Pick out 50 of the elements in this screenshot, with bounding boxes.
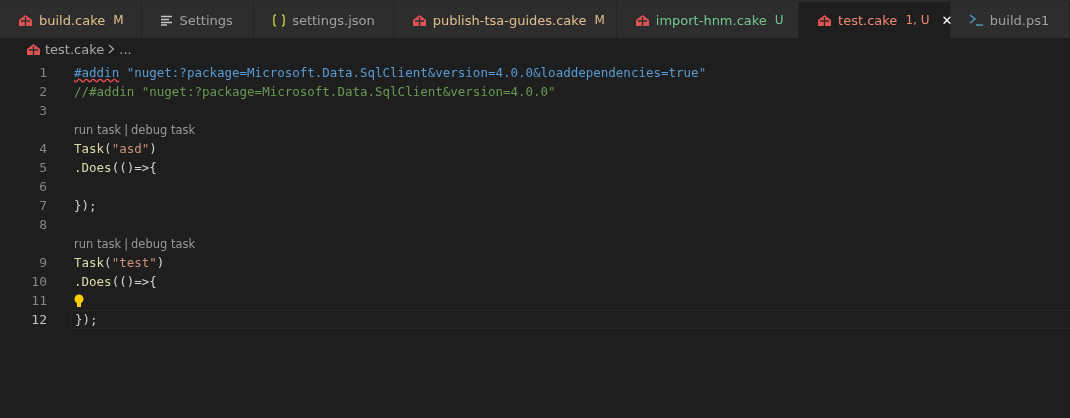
line-number: 5 bbox=[38, 160, 47, 175]
line-number: 9 bbox=[38, 255, 47, 270]
cake-icon bbox=[411, 13, 427, 27]
line-number: 6 bbox=[38, 179, 47, 194]
editor-tab[interactable]: build.cake M bbox=[0, 2, 143, 38]
line-number: 7 bbox=[38, 198, 47, 213]
line-number: 1 bbox=[38, 65, 47, 80]
codelens-link[interactable]: run task bbox=[74, 122, 122, 137]
code-line: #addin "nuget:?package=Microsoft.Data.SqlClient&version=4.0.0&loaddependencies=true" bbox=[74, 65, 707, 80]
cake-icon bbox=[26, 42, 41, 56]
breadcrumb-item[interactable]: test.cake bbox=[45, 41, 105, 57]
git-status-label: U bbox=[774, 13, 784, 27]
editor-tab[interactable]: Settings bbox=[142, 2, 255, 38]
chevron-icon bbox=[108, 44, 116, 54]
braces-icon bbox=[272, 13, 287, 27]
git-status-label: M bbox=[113, 13, 124, 27]
terminal-icon bbox=[968, 14, 984, 26]
breadcrumb-item[interactable]: ... bbox=[119, 41, 132, 57]
line-number: 12 bbox=[30, 312, 47, 327]
code-line: .Does(()=>{ bbox=[74, 160, 157, 175]
editor-tab[interactable]: publish-tsa-guides.cake M bbox=[393, 2, 617, 38]
codelens-link[interactable]: debug task bbox=[131, 236, 196, 251]
code-line: }); bbox=[75, 312, 98, 327]
codelens-link[interactable]: run task bbox=[74, 236, 122, 251]
cake-icon bbox=[817, 13, 833, 27]
code-line: .Does(()=>{ bbox=[74, 274, 157, 289]
editor-tab[interactable]: test.cake 1, U ✕ bbox=[799, 2, 951, 38]
line-number: 10 bbox=[30, 274, 47, 289]
cake-icon bbox=[634, 13, 650, 27]
code-line: }); bbox=[74, 198, 97, 213]
lines-icon bbox=[160, 14, 174, 26]
code-line: //#addin "nuget:?package=Microsoft.Data.SqlClient&version=4.0.0" bbox=[74, 84, 556, 99]
line-number: 8 bbox=[38, 217, 47, 232]
git-status-label: M bbox=[594, 13, 605, 27]
code-line: Task("asd") bbox=[74, 141, 157, 156]
lightbulb-icon[interactable] bbox=[74, 293, 84, 308]
line-number: 3 bbox=[38, 103, 47, 118]
editor-tab[interactable]: build.ps1 bbox=[950, 2, 1070, 38]
line-number: 2 bbox=[38, 84, 47, 99]
editor-tab[interactable]: import-hnm.cake U bbox=[616, 2, 800, 38]
codelens-link[interactable]: debug task bbox=[131, 122, 196, 137]
codelens-separator: | bbox=[124, 236, 129, 251]
line-number: 4 bbox=[38, 141, 47, 156]
line-number: 11 bbox=[30, 293, 47, 308]
close-icon[interactable]: ✕ bbox=[941, 12, 953, 28]
editor-tab[interactable]: settings.json bbox=[254, 2, 394, 38]
git-status-label: 1, U bbox=[905, 13, 930, 27]
codelens-separator: | bbox=[124, 122, 129, 137]
code-line: Task("test") bbox=[74, 255, 165, 270]
cake-icon bbox=[18, 13, 33, 27]
